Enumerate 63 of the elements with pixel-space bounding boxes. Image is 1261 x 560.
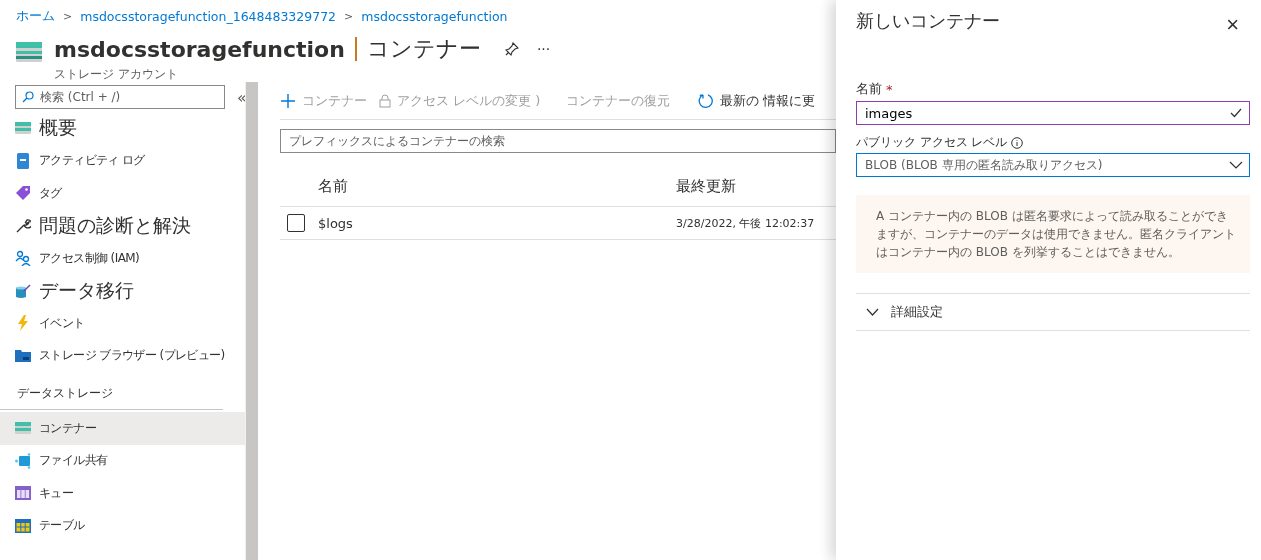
column-header[interactable]: 最終更新 — [676, 177, 836, 196]
sidebar-item[interactable]: ストレージ ブラウザー (プレビュー) — [0, 339, 245, 372]
sidebar-item[interactable]: ファイル共有 — [0, 444, 245, 477]
storage-icon — [15, 420, 31, 437]
lightning-icon — [15, 315, 31, 332]
chevron-icon — [866, 308, 879, 316]
sidebar-item[interactable]: テーブル — [0, 509, 245, 542]
section-heading: データストレージ — [0, 372, 223, 410]
access-level-dropdown[interactable]: BLOB (BLOB 専用の匿名読み取りアクセス) — [856, 153, 1250, 177]
info-icon[interactable] — [1011, 136, 1024, 149]
sidebar-item[interactable]: コンテナー — [0, 412, 245, 445]
filter-field[interactable]: プレフィックスによるコンテナーの検索 — [280, 129, 836, 153]
table-cell-text: 3/28/2022, 午後 12:02:37 — [676, 215, 816, 231]
panel-title: 新しいコンテナー — [856, 9, 1000, 33]
sidebar-item[interactable]: キュー — [0, 477, 245, 510]
sidebar-item[interactable]: イベント — [0, 307, 245, 340]
breadcrumb-link[interactable]: msdocsstoragefunction — [361, 9, 508, 24]
more-button[interactable]: ··· — [536, 41, 551, 57]
lock-icon — [379, 93, 391, 108]
name-field[interactable]: images — [856, 101, 1250, 125]
storage-icon — [15, 120, 31, 137]
page-title: コンテナー — [366, 35, 481, 63]
table-cell-text: $logs — [318, 215, 354, 231]
file-share-icon — [15, 452, 31, 469]
sidebar-item[interactable]: 問題の診断と解決 — [0, 209, 245, 242]
field-label: パブリック アクセス レベル — [856, 135, 1008, 150]
storage-account-icon — [16, 40, 42, 64]
chevron-down-icon — [1229, 161, 1243, 169]
breadcrumb-separator: > — [63, 10, 73, 23]
resource-title: msdocsstoragefunction — [54, 36, 345, 62]
wrench-icon — [15, 217, 31, 234]
sidebar-item[interactable]: アクティビティ ログ — [0, 144, 245, 177]
row-checkbox[interactable] — [287, 214, 305, 232]
required-mark: * — [886, 81, 893, 97]
tag-icon — [15, 185, 31, 202]
queue-icon — [15, 485, 31, 502]
sidebar-item[interactable]: タグ — [0, 177, 245, 210]
breadcrumb-separator: > — [344, 10, 354, 23]
bucket-icon — [15, 282, 31, 299]
log-icon — [15, 152, 31, 169]
search-field[interactable]: 検索 (Ctrl + /) — [15, 85, 225, 109]
plus-icon — [280, 92, 296, 109]
people-icon — [15, 250, 31, 267]
pin-icon[interactable] — [504, 42, 519, 56]
collapse-button[interactable]: « — [237, 87, 247, 107]
resource-type: ストレージ アカウント — [54, 66, 179, 83]
advanced-settings-toggle[interactable]: 詳細設定 — [856, 293, 1250, 331]
field-label: 名前 — [856, 80, 882, 98]
column-header[interactable]: 名前 — [318, 177, 676, 196]
search-icon — [22, 91, 34, 103]
table-icon — [15, 517, 31, 534]
breadcrumb-link[interactable]: msdocsstoragefunction_1648483329772 — [80, 9, 337, 24]
folder-icon — [15, 347, 31, 364]
info-message: A コンテナー内の BLOB は匿名要求によって読み取ることができますが、コンテナーのデータは使用できません。匿名クライアントはコンテナー内の BLOB を列挙することはできません。 — [856, 195, 1250, 273]
breadcrumb-link[interactable]: ホーム — [16, 8, 55, 25]
sidebar-item[interactable]: アクセス制御 (IAM) — [0, 242, 245, 275]
scrollbar[interactable] — [245, 82, 258, 560]
sidebar-item[interactable]: データ移行 — [0, 274, 245, 307]
sidebar-item[interactable]: 概要 — [0, 112, 245, 145]
close-button[interactable]: × — [1226, 14, 1251, 36]
checkmark-icon — [1230, 108, 1242, 118]
refresh-icon — [698, 92, 715, 109]
refresh-button[interactable]: 最新の 情報に更 — [698, 91, 824, 110]
